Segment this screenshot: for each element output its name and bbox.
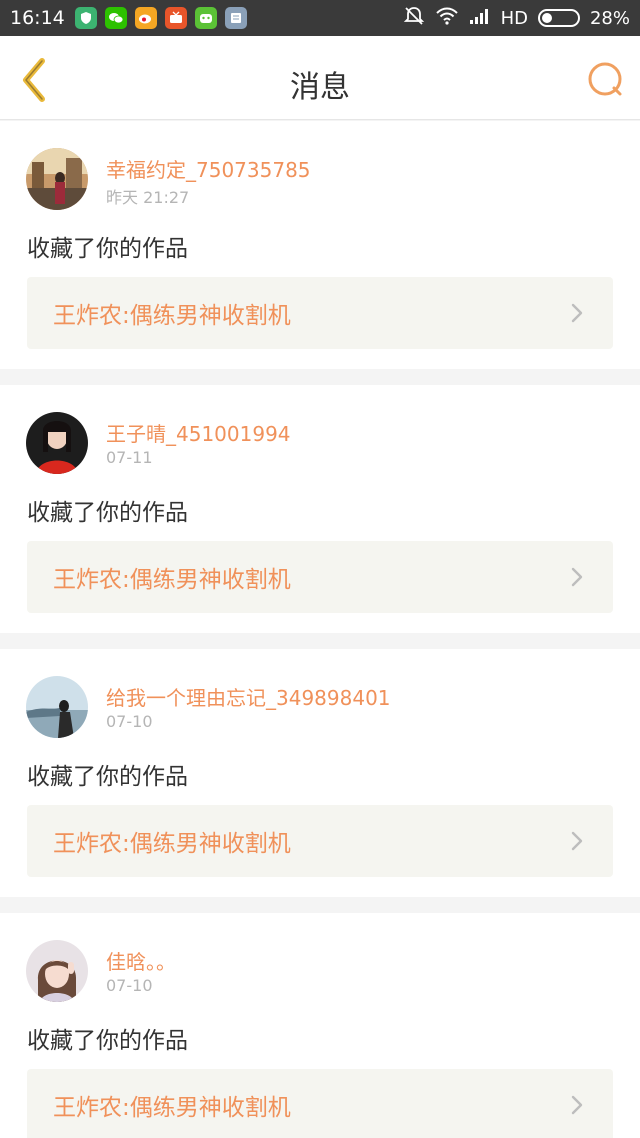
message-card: 佳晗。。 07-10 收藏了你的作品 王炸农:偶练男神收割机: [0, 913, 640, 1138]
battery-icon: [537, 9, 580, 27]
avatar[interactable]: [26, 412, 88, 474]
shield-app-icon: [74, 7, 97, 29]
avatar[interactable]: [26, 940, 88, 1002]
status-right: HD 28%: [403, 5, 630, 32]
battery-percent: 28%: [589, 7, 630, 29]
screen: 16:14 HD 28% 消息 幸福约定_750735785 昨天 21:27 …: [0, 0, 640, 1138]
action-text: 收藏了你的作品: [27, 764, 188, 790]
timestamp: 昨天 21:27: [106, 188, 190, 207]
search-icon: [588, 62, 622, 96]
action-text: 收藏了你的作品: [27, 236, 188, 262]
message-card: 王子晴_451001994 07-11 收藏了你的作品 王炸农:偶练男神收割机: [0, 385, 640, 633]
weibo-app-icon: [134, 7, 157, 29]
battery-fill: [541, 13, 552, 23]
chevron-right-icon: [567, 1093, 587, 1117]
work-link[interactable]: 王炸农:偶练男神收割机: [27, 541, 613, 613]
mute-icon: [403, 5, 425, 32]
wechat-app-icon: [104, 7, 127, 29]
work-title: 王炸农:偶练男神收割机: [53, 831, 291, 857]
work-link[interactable]: 王炸农:偶练男神收割机: [27, 805, 613, 877]
action-text: 收藏了你的作品: [27, 500, 188, 526]
timestamp: 07-10: [106, 712, 153, 731]
work-title: 王炸农:偶练男神收割机: [53, 567, 291, 593]
work-title: 王炸农:偶练男神收割机: [53, 303, 291, 329]
page-title: 消息: [290, 70, 350, 105]
work-link[interactable]: 王炸农:偶练男神收割机: [27, 277, 613, 349]
work-title: 王炸农:偶练男神收割机: [53, 1095, 291, 1121]
message-card: 幸福约定_750735785 昨天 21:27 收藏了你的作品 王炸农:偶练男神…: [0, 121, 640, 369]
message-card: 给我一个理由忘记_349898401 07-10 收藏了你的作品 王炸农:偶练男…: [0, 649, 640, 897]
search-button[interactable]: [586, 60, 626, 100]
chevron-right-icon: [567, 829, 587, 853]
timestamp: 07-10: [106, 976, 153, 995]
username[interactable]: 王子晴_451001994: [106, 418, 291, 447]
timestamp: 07-11: [106, 448, 153, 467]
avatar[interactable]: [26, 676, 88, 738]
avatar[interactable]: [26, 148, 88, 210]
network-type: HD: [500, 7, 528, 29]
status-time: 16:14: [10, 7, 65, 29]
username[interactable]: 幸福约定_750735785: [106, 154, 311, 183]
username[interactable]: 给我一个理由忘记_349898401: [106, 682, 391, 711]
top-nav-bar: 消息: [0, 36, 640, 120]
status-bar: 16:14 HD 28%: [0, 0, 640, 36]
wifi-icon: [435, 6, 459, 31]
tv-app-icon: [164, 7, 187, 29]
chevron-right-icon: [567, 301, 587, 325]
action-text: 收藏了你的作品: [27, 1028, 188, 1054]
username[interactable]: 佳晗。。: [106, 946, 176, 975]
chevron-right-icon: [567, 565, 587, 589]
notes-app-icon: [224, 7, 247, 29]
message-list[interactable]: 幸福约定_750735785 昨天 21:27 收藏了你的作品 王炸农:偶练男神…: [0, 121, 640, 1138]
robot-app-icon: [194, 7, 217, 29]
signal-icon: [469, 7, 491, 30]
work-link[interactable]: 王炸农:偶练男神收割机: [27, 1069, 613, 1138]
notification-icons: [74, 7, 247, 29]
